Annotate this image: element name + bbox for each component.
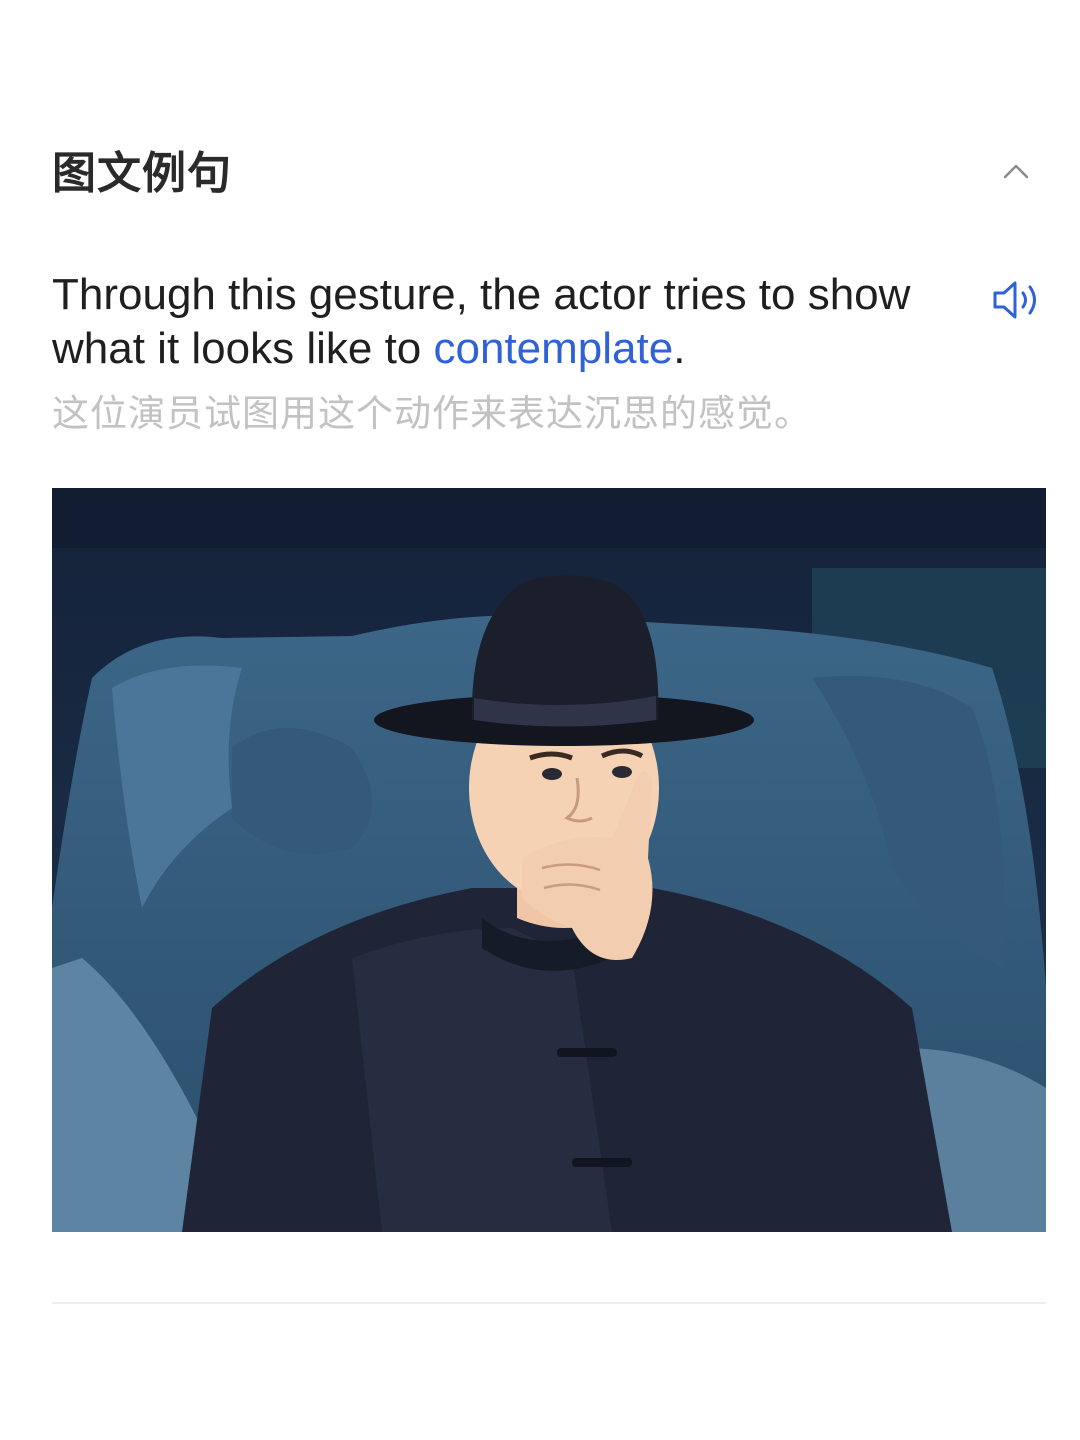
chinese-translation: 这位演员试图用这个动作来表达沉思的感觉。: [52, 392, 812, 435]
example-illustration: [52, 488, 1046, 1232]
english-sentence: Through this gesture, the actor tries to…: [52, 268, 952, 376]
section-divider: [52, 1302, 1046, 1304]
chevron-up-icon: [1003, 164, 1029, 179]
section-title: 图文例句: [52, 148, 232, 199]
play-audio-button[interactable]: [990, 276, 1046, 324]
keyword-link[interactable]: contemplate: [434, 324, 674, 373]
sentence-end: .: [673, 324, 686, 373]
illustration-man-in-hat: [52, 488, 1046, 1232]
example-sentence-block: Through this gesture, the actor tries to…: [52, 268, 952, 440]
collapse-button[interactable]: [996, 152, 1036, 192]
section-header: 图文例句: [52, 138, 1042, 208]
speaker-icon: [993, 281, 1036, 319]
